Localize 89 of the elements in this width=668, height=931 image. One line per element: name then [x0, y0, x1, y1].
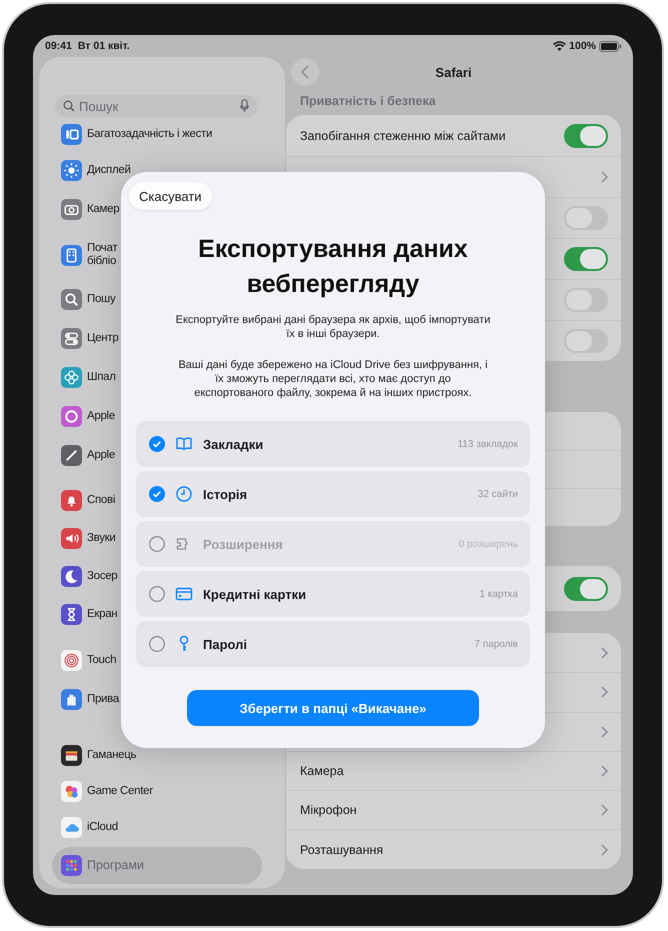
- back-button[interactable]: [291, 58, 319, 86]
- sidebar-item[interactable]: Дисплей: [39, 152, 131, 188]
- wifi-icon: [553, 41, 566, 51]
- sidebar-item[interactable]: iCloud: [39, 809, 118, 845]
- sheet-description: Експортуйте вибрані дані браузера як архів, щоб імпортувати їх в інші браузери.: [174, 313, 492, 341]
- checkbox[interactable]: [149, 586, 165, 602]
- option-label: Історія: [203, 486, 248, 502]
- toggle-switch[interactable]: [564, 576, 608, 600]
- battery-icon: [599, 40, 622, 52]
- toggle-switch[interactable]: [564, 206, 608, 230]
- chevron-right-icon: [601, 171, 608, 183]
- sidebar-item[interactable]: Пошу: [39, 280, 116, 319]
- home-screen-icon: [61, 244, 82, 266]
- setting-label: Запобігання стеженню між сайтами: [300, 128, 506, 142]
- sidebar-item[interactable]: Камер: [39, 188, 120, 230]
- option-label: Розширення: [203, 536, 283, 552]
- sidebar-item[interactable]: Прива: [39, 680, 119, 719]
- sidebar-item[interactable]: Звуки: [39, 519, 116, 557]
- grid-icon: [61, 855, 82, 876]
- sidebar-item[interactable]: Apple: [39, 397, 115, 436]
- pencil-icon: [61, 445, 82, 466]
- sidebar-item[interactable]: Гаманець: [39, 737, 136, 773]
- setting-label: Камера: [300, 764, 344, 778]
- page-title: Safari: [435, 64, 472, 80]
- option-count: 1 картка: [479, 588, 518, 600]
- toggles-icon: [61, 328, 82, 349]
- sidebar-item[interactable]: Зосер: [39, 557, 118, 595]
- chevron-right-icon: [601, 726, 608, 738]
- sidebar-item[interactable]: Спові: [39, 481, 116, 519]
- credit-card-icon: [175, 585, 193, 603]
- chevron-right-icon: [601, 765, 608, 778]
- sheet-description: Ваші дані буде збережено на iCloud Drive без шифрування, і їх зможуть переглядати всі, хто має доступ до експортованого файлу, зокрема й на інших пристроях.: [177, 358, 489, 400]
- multitasking-icon: [61, 124, 82, 145]
- option-label: Кредитні картки: [203, 586, 306, 602]
- setting-label: Розташування: [300, 842, 384, 857]
- chevron-left-icon: [301, 65, 309, 79]
- checkbox[interactable]: [149, 636, 165, 652]
- search-icon: [63, 100, 75, 112]
- flower-icon: [61, 367, 82, 388]
- option-row[interactable]: Історія 32 сайти: [136, 471, 530, 517]
- bell-icon: [61, 490, 82, 510]
- sidebar-item[interactable]: Багатозадачність і жести: [39, 117, 212, 152]
- setting-label: Мікрофон: [300, 803, 357, 818]
- option-row[interactable]: Паролі 7 паролів: [136, 621, 530, 667]
- status-time: 09:41: [45, 40, 72, 52]
- option-label: Паролі: [203, 636, 248, 652]
- sidebar-item[interactable]: Apple: [39, 436, 115, 475]
- search-field[interactable]: Пошук: [55, 95, 258, 117]
- toggle-switch[interactable]: [564, 124, 608, 148]
- speaker-icon: [61, 528, 82, 548]
- checkbox[interactable]: [149, 486, 165, 502]
- option-count: 7 паролів: [474, 638, 518, 650]
- battery-percent: 100%: [569, 40, 596, 52]
- toggle-switch[interactable]: [564, 247, 608, 271]
- option-row[interactable]: Закладки 113 закладок: [136, 421, 530, 467]
- sun-icon: [61, 160, 82, 180]
- chevron-right-icon: [601, 686, 608, 698]
- bubbles-icon: [61, 780, 82, 802]
- sidebar-item[interactable]: Game Center: [39, 773, 153, 809]
- ring-icon: [61, 406, 82, 427]
- toggle-switch[interactable]: [564, 329, 608, 353]
- search-icon: [61, 289, 82, 310]
- section-header: Приватність і безпека: [300, 93, 437, 109]
- status-date: Вт 01 квіт.: [78, 40, 130, 52]
- save-button[interactable]: Зберегти в папці «Викачане»: [187, 690, 479, 726]
- chevron-right-icon: [601, 646, 608, 659]
- chevron-right-icon: [601, 844, 608, 856]
- cancel-button[interactable]: Скасувати: [129, 182, 212, 210]
- option-count: 113 закладок: [457, 438, 518, 450]
- sidebar-item[interactable]: Центр: [39, 319, 118, 358]
- checkbox[interactable]: [149, 436, 165, 452]
- camera-icon: [61, 198, 82, 220]
- option-label: Закладки: [203, 436, 264, 452]
- clock-icon: [175, 485, 193, 503]
- wallet-icon: [61, 744, 82, 766]
- cloud-icon: [61, 816, 82, 838]
- sidebar-item[interactable]: Екран: [39, 595, 118, 633]
- sheet-title: Експортування даних вебперегляду: [197, 234, 469, 300]
- option-count: 32 сайти: [478, 488, 518, 500]
- sidebar-item[interactable]: Шпал: [39, 358, 116, 397]
- moon-icon: [61, 566, 82, 586]
- chevron-right-icon: [601, 804, 608, 816]
- option-row[interactable]: Кредитні картки 1 картка: [136, 571, 530, 617]
- hourglass-icon: [61, 604, 82, 624]
- microphone-icon[interactable]: [240, 99, 249, 113]
- sidebar-item[interactable]: Почат бібліо: [39, 230, 118, 280]
- book-icon: [175, 435, 193, 453]
- toggle-switch[interactable]: [564, 288, 608, 312]
- sidebar-item[interactable]: Touch: [39, 641, 116, 680]
